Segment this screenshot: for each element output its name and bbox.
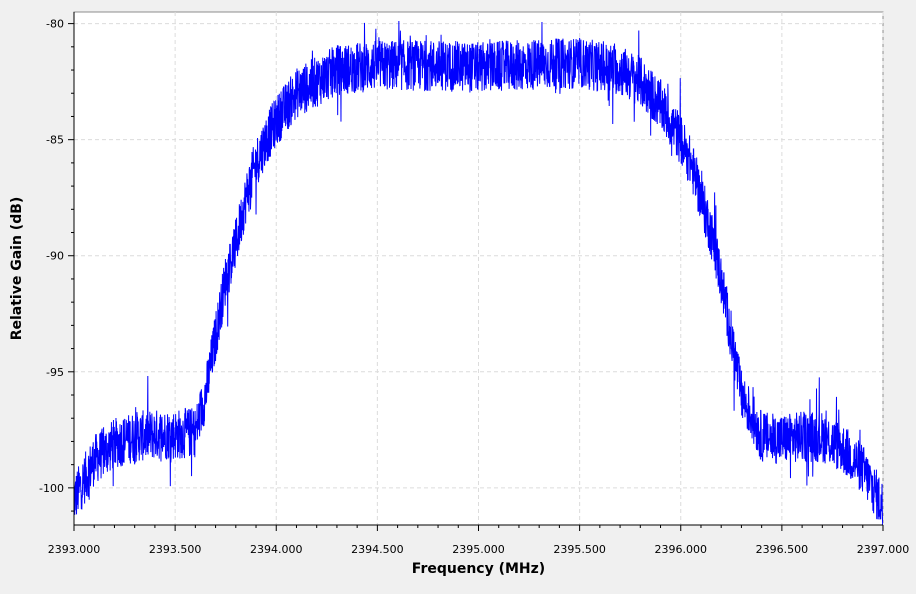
y-tick-label: -90 xyxy=(46,250,64,263)
y-tick-label: -95 xyxy=(46,366,64,379)
x-tick-label: 2393.500 xyxy=(149,543,202,556)
x-tick-label: 2394.500 xyxy=(351,543,404,556)
y-axis-title: Relative Gain (dB) xyxy=(9,197,25,341)
x-tick-label: 2395.000 xyxy=(452,543,505,556)
y-tick-label: -80 xyxy=(46,18,64,31)
y-tick-label: -85 xyxy=(46,134,64,147)
x-tick-label: 2397.000 xyxy=(857,543,910,556)
x-tick-label: 2396.500 xyxy=(756,543,809,556)
spectrum-chart: -100 -95 -90 -85 -80 2393.000 2393.500 2394.000… xyxy=(0,0,916,589)
x-tick-label: 2396.000 xyxy=(655,543,708,556)
chart-canvas: -100 -95 -90 -85 -80 2393.000 2393.500 2394.000… xyxy=(9,11,910,577)
y-tick-label: -100 xyxy=(39,482,64,495)
x-tick-label: 2394.000 xyxy=(250,543,303,556)
x-axis-title: Frequency (MHz) xyxy=(412,561,545,577)
x-tick-label: 2393.000 xyxy=(48,543,101,556)
x-tick-label: 2395.500 xyxy=(553,543,606,556)
